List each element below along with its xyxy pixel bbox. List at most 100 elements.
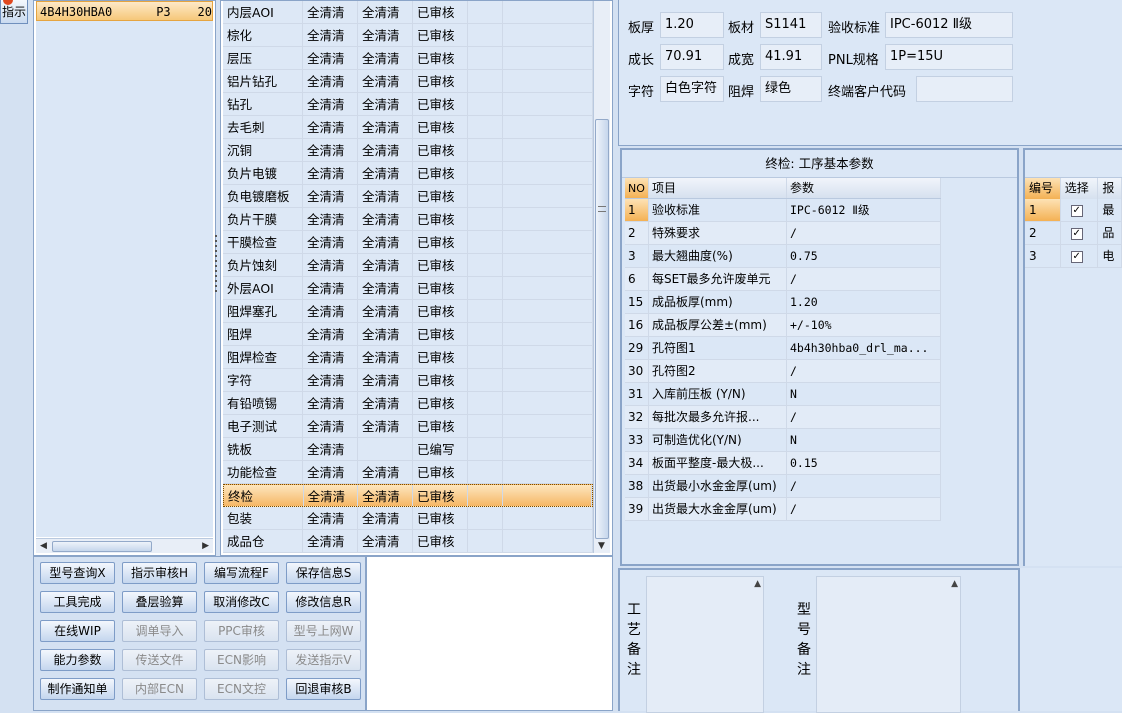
process-row[interactable]: 负电镀磨板 全清清 全清清 已审核	[223, 185, 593, 208]
toolbar-button[interactable]: 内部ECN	[122, 678, 197, 700]
process-row[interactable]: 电子测试 全清清 全清清 已审核	[223, 415, 593, 438]
customer-code-field[interactable]	[916, 76, 1013, 102]
process-row[interactable]: 负片蚀刻 全清清 全清清 已审核	[223, 254, 593, 277]
toolbar-button[interactable]: 调单导入	[122, 620, 197, 642]
param-row[interactable]: 38 出货最小水金金厚(um) /	[625, 475, 941, 498]
header-no[interactable]: NO	[625, 178, 649, 198]
process-name: 有铅喷锡	[223, 392, 303, 414]
toolbar-button[interactable]: PPC审核	[204, 620, 279, 642]
checkbox[interactable]: ✓	[1070, 204, 1083, 217]
scroll-left-icon[interactable]: ◀	[40, 541, 47, 551]
process-row[interactable]: 铝片钻孔 全清清 全清清 已审核	[223, 70, 593, 93]
hscroll-thumb[interactable]	[52, 541, 152, 552]
mask-field[interactable]: 绿色	[760, 76, 822, 102]
process-row[interactable]: 有铅喷锡 全清清 全清清 已审核	[223, 392, 593, 415]
process-col-f	[503, 415, 593, 437]
param-row[interactable]: 31 入库前压板 (Y/N) N	[625, 383, 941, 406]
process-notes-box[interactable]: ▲	[646, 576, 764, 713]
pnl-field[interactable]: 1P=15U	[885, 44, 1013, 70]
process-vscrollbar[interactable]: ▼	[593, 1, 610, 553]
process-row[interactable]: 铣板 全清清 已编写	[223, 438, 593, 461]
model-list-hscrollbar[interactable]: ◀ ▶	[36, 538, 213, 553]
vscroll-thumb[interactable]	[595, 119, 609, 539]
param-row[interactable]: 33 可制造优化(Y/N) N	[625, 429, 941, 452]
param-row[interactable]: 15 成品板厚(mm) 1.20	[625, 291, 941, 314]
char-field[interactable]: 白色字符	[660, 76, 724, 102]
process-row[interactable]: 干膜检查 全清清 全清清 已审核	[223, 231, 593, 254]
toolbar-button[interactable]: 发送指示V	[286, 649, 361, 671]
material-field[interactable]: S1141	[760, 12, 822, 38]
param-row[interactable]: 39 出货最大水金金厚(um) /	[625, 498, 941, 521]
select-row[interactable]: 3 ✓ 电	[1025, 245, 1122, 268]
scroll-up-icon[interactable]: ▲	[754, 579, 761, 589]
guide-button[interactable]: 指示	[0, 0, 28, 24]
process-row[interactable]: 负片干膜 全清清 全清清 已审核	[223, 208, 593, 231]
process-row[interactable]: 沉铜 全清清 全清清 已审核	[223, 139, 593, 162]
process-row[interactable]: 功能检查 全清清 全清清 已审核	[223, 461, 593, 484]
toolbar-button[interactable]: ECN影响	[204, 649, 279, 671]
process-row[interactable]: 棕化 全清清 全清清 已审核	[223, 24, 593, 47]
checkbox[interactable]: ✓	[1070, 227, 1083, 240]
process-row[interactable]: 阻焊 全清清 全清清 已审核	[223, 323, 593, 346]
header-item[interactable]: 项目	[649, 178, 787, 198]
toolbar-button[interactable]: 回退审核B	[286, 678, 361, 700]
toolbar-button[interactable]: 传送文件	[122, 649, 197, 671]
header-more[interactable]: 报	[1098, 178, 1122, 199]
model-list-row[interactable]: 4B4H30HBA0 P3 20	[36, 1, 213, 21]
process-row[interactable]: 层压 全清清 全清清 已审核	[223, 47, 593, 70]
params-table: NO 项目 参数 1 验收标准 IPC-6012 Ⅱ级 2 特殊要求/3 最大翘曲度(%)…	[625, 178, 941, 521]
param-row[interactable]: 3 最大翘曲度(%) 0.75	[625, 245, 941, 268]
toolbar-button[interactable]: 指示审核H	[122, 562, 197, 584]
param-row[interactable]: 30 孔符图2/	[625, 360, 941, 383]
process-row[interactable]: 字符 全清清 全清清 已审核	[223, 369, 593, 392]
process-row[interactable]: 终检 全清清 全清清 已审核	[223, 484, 593, 507]
process-status: 已审核	[413, 185, 468, 207]
header-value[interactable]: 参数	[787, 178, 941, 198]
toolbar-button[interactable]: 制作通知单	[40, 678, 115, 700]
toolbar-button[interactable]: 在线WIP	[40, 620, 115, 642]
param-row[interactable]: 32 每批次最多允许报... /	[625, 406, 941, 429]
scroll-up-icon[interactable]: ▲	[951, 579, 958, 589]
select-row[interactable]: 1 ✓ 最	[1025, 199, 1122, 222]
toolbar-button[interactable]: 修改信息R	[286, 591, 361, 613]
process-col-b: 全清清	[358, 392, 413, 414]
toolbar-button[interactable]: 工具完成	[40, 591, 115, 613]
process-row[interactable]: 阻焊检查 全清清 全清清 已审核	[223, 346, 593, 369]
acceptance-field[interactable]: IPC-6012 Ⅱ级	[885, 12, 1013, 38]
process-row[interactable]: 阻焊塞孔 全清清 全清清 已审核	[223, 300, 593, 323]
toolbar-button[interactable]: 保存信息S	[286, 562, 361, 584]
model-list[interactable]: 4B4H30HBA0 P3 20 ◀ ▶	[33, 0, 216, 556]
toolbar-button[interactable]: 叠层验算	[122, 591, 197, 613]
toolbar-button[interactable]: 型号查询X	[40, 562, 115, 584]
process-col-b: 全清清	[358, 139, 413, 161]
header-num[interactable]: 编号	[1025, 178, 1061, 199]
toolbar-button[interactable]: 取消修改C	[204, 591, 279, 613]
board-thickness-field[interactable]: 1.20	[660, 12, 724, 38]
scroll-down-icon[interactable]: ▼	[598, 541, 605, 551]
process-row[interactable]: 负片电镀 全清清 全清清 已审核	[223, 162, 593, 185]
toolbar-button[interactable]: ECN文控	[204, 678, 279, 700]
model-notes-box[interactable]: ▲	[816, 576, 961, 713]
process-row[interactable]: 成品仓 全清清 全清清 已审核	[223, 530, 593, 553]
param-row[interactable]: 34 板面平整度-最大极... 0.15	[625, 452, 941, 475]
param-row[interactable]: 6 每SET最多允许废单元 /	[625, 268, 941, 291]
process-row[interactable]: 去毛刺 全清清 全清清 已审核	[223, 116, 593, 139]
toolbar-button[interactable]: 能力参数	[40, 649, 115, 671]
select-row[interactable]: 2 ✓ 品	[1025, 222, 1122, 245]
toolbar-button[interactable]: 型号上网W	[286, 620, 361, 642]
header-select[interactable]: 选择	[1061, 178, 1099, 199]
process-row[interactable]: 包装 全清清 全清清 已审核	[223, 507, 593, 530]
length-field[interactable]: 70.91	[660, 44, 724, 70]
param-row[interactable]: 2 特殊要求 /	[625, 222, 941, 245]
param-row[interactable]: 16 成品板厚公差±(mm) +/-10%	[625, 314, 941, 337]
process-row[interactable]: 外层AOI 全清清 全清清 已审核	[223, 277, 593, 300]
toolbar-button[interactable]: 编写流程F	[204, 562, 279, 584]
checkbox[interactable]: ✓	[1070, 250, 1083, 263]
param-row[interactable]: 1 验收标准 IPC-6012 Ⅱ级	[625, 199, 941, 222]
process-row[interactable]: 内层AOI 全清清 全清清 已审核	[223, 1, 593, 24]
param-row[interactable]: 29 孔符图1 4b4h30hba0_drl_ma...	[625, 337, 941, 360]
width-field[interactable]: 41.91	[760, 44, 822, 70]
splitter-handle[interactable]	[214, 232, 219, 302]
process-row[interactable]: 钻孔 全清清 全清清 已审核	[223, 93, 593, 116]
scroll-right-icon[interactable]: ▶	[202, 541, 209, 551]
